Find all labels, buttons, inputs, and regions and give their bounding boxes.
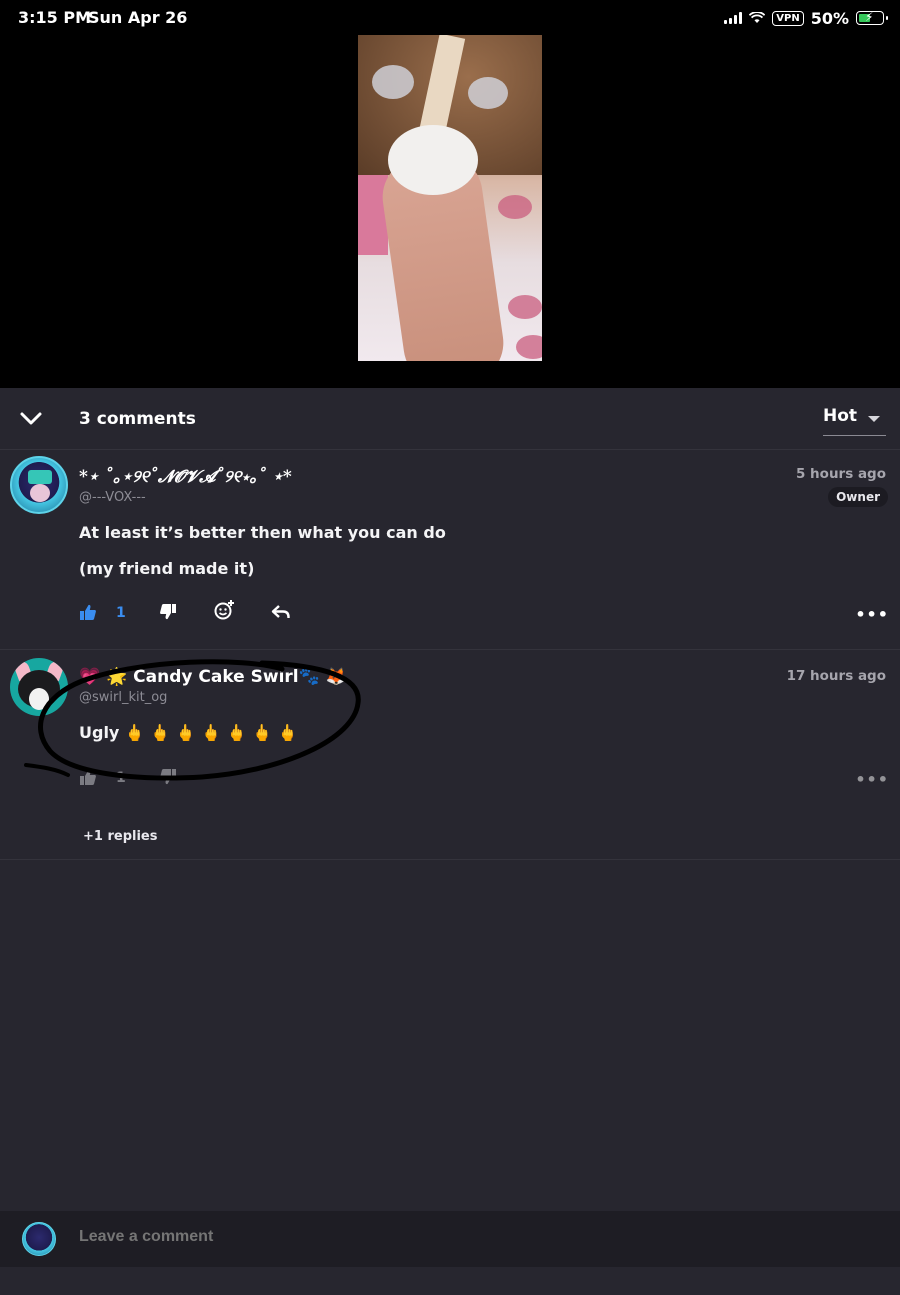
comment-input[interactable]	[79, 1228, 859, 1246]
more-options-icon[interactable]: •••	[855, 605, 889, 624]
comment-handle[interactable]: @---VOX---	[79, 490, 146, 505]
video-area: 3:15 PM Sun Apr 26 VPN 50% ⚡	[0, 0, 900, 388]
comment-timestamp: 17 hours ago	[786, 668, 886, 684]
status-date: Sun Apr 26	[88, 8, 188, 27]
comment-author[interactable]: 💗 🌟 Candy Cake Swirl🐾 🦊	[79, 667, 347, 687]
owner-badge: Owner	[828, 487, 888, 507]
thumbs-down-icon[interactable]	[159, 603, 177, 621]
status-bar: 3:15 PM Sun Apr 26 VPN 50% ⚡	[0, 0, 900, 36]
comments-header: 3 comments Hot	[0, 388, 900, 450]
comment-actions: 1 •••	[79, 768, 889, 792]
thumbs-down-icon[interactable]	[159, 768, 177, 786]
like-count: 1	[116, 770, 126, 786]
battery-charging-icon: ⚡	[856, 10, 888, 25]
avatar	[22, 1222, 56, 1256]
status-time: 3:15 PM	[18, 8, 92, 27]
caret-down-icon	[868, 416, 880, 422]
reply-icon[interactable]	[271, 603, 291, 621]
comment-text: (my friend made it)	[79, 559, 255, 578]
vpn-badge: VPN	[772, 10, 804, 26]
like-count: 1	[116, 605, 126, 621]
thumbs-up-icon[interactable]	[79, 768, 97, 786]
comment-item: 💗 🌟 Candy Cake Swirl🐾 🦊 @swirl_kit_og 17…	[0, 650, 900, 860]
video-thumbnail[interactable]	[358, 35, 542, 361]
comment-handle[interactable]: @swirl_kit_og	[79, 690, 167, 705]
comment-text: Ugly 🖕 🖕 🖕 🖕 🖕 🖕 🖕	[79, 723, 298, 742]
cellular-signal-icon	[724, 12, 743, 24]
more-options-icon[interactable]: •••	[855, 770, 889, 789]
comment-count: 3 comments	[79, 409, 196, 429]
view-replies-link[interactable]: +1 replies	[83, 829, 157, 844]
comment-actions: 1 •••	[79, 600, 889, 627]
status-indicators: VPN 50% ⚡	[724, 8, 888, 28]
add-reaction-icon[interactable]	[213, 599, 235, 621]
sort-label: Hot	[823, 406, 858, 426]
comment-timestamp: 5 hours ago	[795, 466, 886, 482]
bottom-strip	[0, 1267, 900, 1295]
comment-author[interactable]: *⋆ ˚｡⋆୨୧˚𝓝𝓞𝓥𝓐˚୨୧⋆｡˚ ⋆*	[79, 462, 292, 487]
avatar[interactable]	[10, 658, 68, 716]
comment-composer	[0, 1211, 900, 1267]
battery-percent: 50%	[810, 8, 849, 28]
comment-item: *⋆ ˚｡⋆୨୧˚𝓝𝓞𝓥𝓐˚୨୧⋆｡˚ ⋆* @---VOX--- 5 hour…	[0, 450, 900, 650]
avatar[interactable]	[10, 456, 68, 514]
chevron-down-icon[interactable]	[18, 407, 44, 431]
thumbs-up-icon[interactable]	[79, 603, 97, 621]
wifi-icon	[749, 12, 766, 23]
sort-dropdown[interactable]: Hot	[823, 406, 886, 436]
comment-text: At least it’s better then what you can d…	[79, 523, 446, 542]
